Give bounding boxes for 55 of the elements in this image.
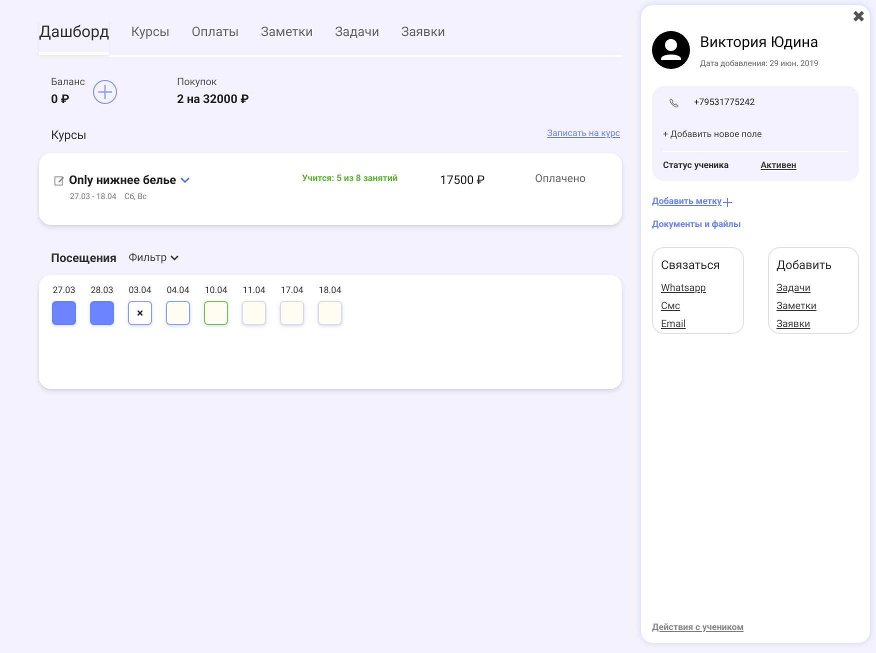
tab[interactable]: Заявки: [401, 22, 446, 55]
tab[interactable]: Задачи: [334, 22, 380, 55]
visit-day[interactable]: [204, 300, 228, 324]
action-link[interactable]: Заметки: [776, 299, 817, 314]
visit-date: 04.04: [166, 285, 190, 298]
visit-date: 17.04: [280, 285, 304, 298]
tab[interactable]: Заметки: [260, 22, 313, 55]
actions-link[interactable]: Действия с учеником: [652, 622, 744, 635]
course-name: Only нижнее белье: [69, 172, 176, 189]
purchases-value: 2 на 32000 ₽: [176, 91, 249, 108]
action-link[interactable]: Смс: [661, 299, 680, 314]
add-field-button[interactable]: + Добавить новое поле: [663, 129, 848, 142]
course-price: 17500 ₽: [440, 172, 486, 189]
action-link[interactable]: Заявки: [776, 317, 810, 332]
card-title: Связаться: [661, 257, 721, 274]
filter-dropdown[interactable]: Фильтр: [128, 250, 179, 266]
action-link[interactable]: Задачи: [776, 281, 811, 296]
visit-day[interactable]: [90, 300, 114, 324]
edit-icon[interactable]: [54, 174, 65, 186]
tab[interactable]: Курсы: [131, 22, 170, 55]
card-title: Добавить: [776, 257, 833, 274]
visit-date: 10.04: [204, 285, 228, 298]
visit-date: 18.04: [318, 285, 342, 298]
section-title: Курсы: [51, 127, 86, 144]
avatar-icon: [652, 31, 690, 70]
chevron-down-icon[interactable]: [180, 176, 190, 184]
progress-text: Учится: 5 из 8 занятий: [302, 173, 399, 186]
added-date: Дата добавления: 29 июн. 2019: [700, 58, 818, 70]
tab[interactable]: Оплаты: [192, 22, 239, 55]
balance-value: 0 ₽: [51, 91, 70, 108]
status-label: Статус ученика: [663, 160, 729, 172]
status-link[interactable]: Активен: [760, 160, 796, 173]
plus-icon: [722, 198, 732, 208]
visit-date: 03.04: [128, 285, 152, 298]
student-name: Виктория Юдина: [700, 32, 818, 53]
phone-number: +79531775242: [694, 96, 755, 110]
phone-icon: [669, 98, 679, 108]
visit-day[interactable]: ×: [128, 300, 152, 324]
tab[interactable]: Дашборд: [39, 20, 110, 55]
visit-date: 11.04: [242, 285, 266, 298]
visit-date: 28.03: [90, 285, 114, 298]
balance-label: Баланс: [51, 76, 85, 90]
chevron-down-icon: [170, 255, 179, 261]
close-button[interactable]: ✖: [852, 9, 865, 25]
purchases-label: Покупок: [176, 76, 218, 90]
course-days: Сб, Вс: [124, 191, 147, 203]
visit-day[interactable]: [52, 300, 76, 324]
visit-day[interactable]: [166, 300, 190, 324]
add-icon[interactable]: [92, 80, 117, 104]
section-title: Посещения: [51, 250, 117, 267]
course-dates: 27.03 - 18.04: [70, 191, 116, 203]
action-link[interactable]: Email: [661, 317, 686, 332]
action-link[interactable]: Whatsapp: [661, 281, 706, 296]
visit-date: 27.03: [52, 285, 76, 298]
payment-status: Оплачено: [535, 171, 586, 187]
